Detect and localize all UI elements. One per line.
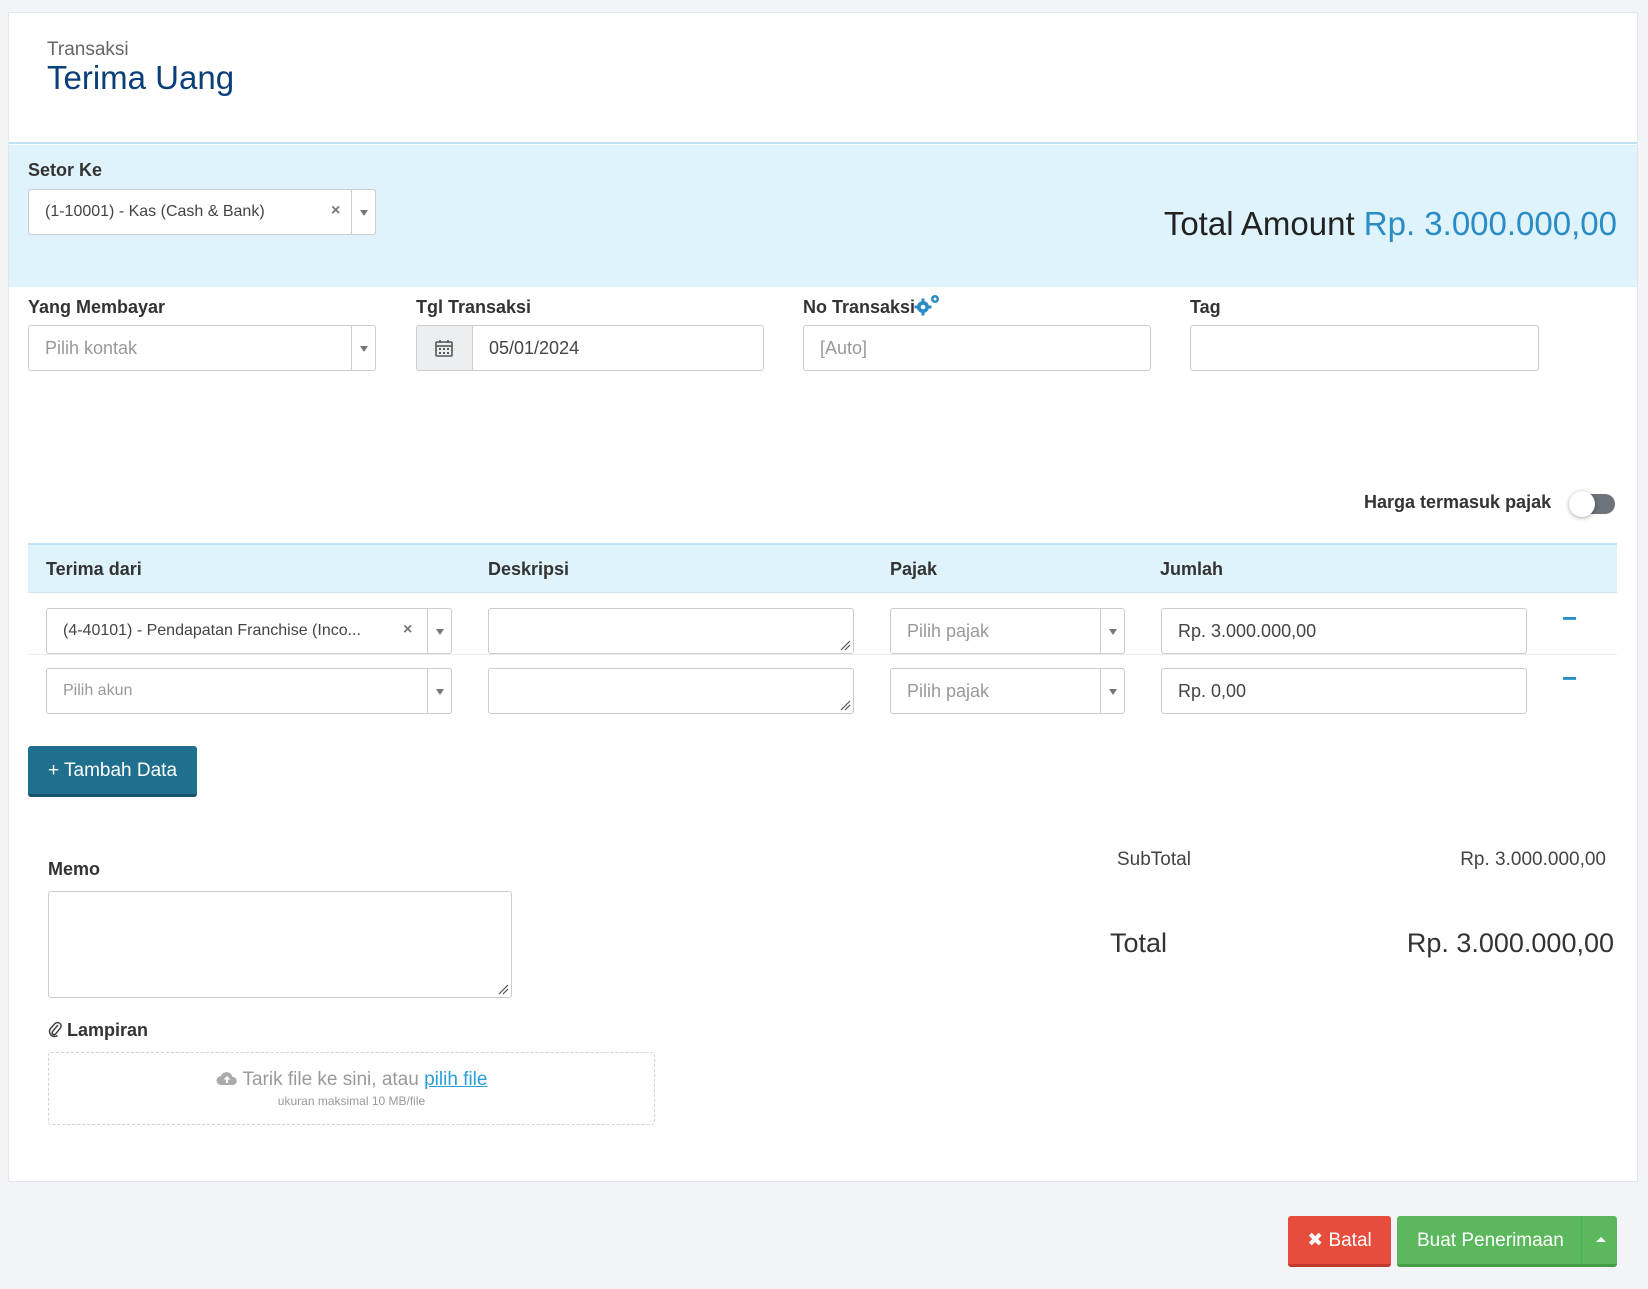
payer-label: Yang Membayar [28,297,166,317]
row2-tax-placeholder: Pilih pajak [907,681,990,701]
grand-total-value: Rp. 3.000.000,00 [1406,928,1614,958]
add-row-button[interactable]: + Tambah Data [28,746,197,797]
file-dropzone[interactable]: Tarik file ke sini, atau pilih file ukur… [48,1052,655,1125]
table-header: Terima dari Deskripsi Pajak Jumlah [28,543,1617,593]
resize-grip-icon[interactable] [840,640,851,651]
cloud-upload-icon [216,1072,237,1085]
grand-total-label: Total [1110,928,1168,958]
total-amount-value: Rp. 3.000.000,00 [1363,205,1617,242]
row1-account-value: (4-40101) - Pendapatan Franchise (Inco..… [63,622,361,639]
col-amount: Jumlah [1160,559,1224,579]
tag-label: Tag [1190,297,1221,317]
cancel-label: Batal [1328,1230,1372,1251]
payer-select[interactable]: Pilih kontak [28,325,376,371]
chevron-down-icon[interactable] [427,669,451,713]
memo-label: Memo [48,859,101,879]
col-receive-from: Terima dari [46,559,142,579]
row1-account-select[interactable]: (4-40101) - Pendapatan Franchise (Inco..… [46,608,452,654]
date-label: Tgl Transaksi [416,297,532,317]
trx-no-label: No Transaksi [803,297,915,318]
tag-input[interactable] [1190,325,1539,371]
dropzone-instruction: Tarik file ke sini, atau [242,1069,419,1090]
breadcrumb: Transaksi [47,39,129,60]
trx-no-label-text: No Transaksi [803,297,916,317]
gears-icon[interactable] [913,293,943,317]
chevron-down-icon[interactable] [351,190,375,234]
deposit-account-select[interactable]: (1-10001) - Kas (Cash & Bank) × [28,189,376,235]
row1-description-input[interactable] [488,608,854,654]
clear-icon[interactable]: × [331,202,340,220]
row2-amount-input[interactable]: Rp. 0,00 [1161,668,1527,714]
paperclip-icon [48,1021,62,1038]
row1-tax-placeholder: Pilih pajak [907,621,990,641]
chevron-down-icon[interactable] [1100,609,1124,653]
chevron-down-icon[interactable] [351,326,375,370]
subtotal-label: SubTotal [1117,849,1191,870]
attachment-label-text: Lampiran [67,1020,149,1040]
row2-remove-button[interactable]: − [1562,665,1577,691]
row1-remove-button[interactable]: − [1562,605,1577,631]
col-description: Deskripsi [488,559,570,579]
deposit-account-value: (1-10001) - Kas (Cash & Bank) [45,203,265,220]
subtotal-value: Rp. 3.000.000,00 [1460,849,1606,870]
tax-inclusive-label: Harga termasuk pajak [1364,492,1552,512]
row2-description-input[interactable] [488,668,854,714]
page-header: Transaksi Terima Uang [9,13,1637,144]
col-tax: Pajak [890,559,938,579]
pick-file-link[interactable]: pilih file [424,1069,487,1090]
row1-amount-input[interactable]: Rp. 3.000.000,00 [1161,608,1527,654]
total-amount: Total Amount Rp. 3.000.000,00 [1164,205,1617,243]
resize-grip-icon[interactable] [840,700,851,711]
payer-placeholder: Pilih kontak [45,338,138,358]
page-title: Terima Uang [47,59,235,96]
row2-account-select[interactable]: Pilih akun [46,668,452,714]
attachment-label: Lampiran [48,1020,148,1041]
caret-up-icon[interactable] [1581,1216,1617,1264]
cancel-button[interactable]: ✖ Batal [1288,1216,1391,1267]
create-receipt-label: Buat Penerimaan [1417,1230,1564,1251]
minus-icon: − [1562,603,1578,633]
row2-account-placeholder: Pilih akun [63,682,133,699]
create-receipt-button[interactable]: Buat Penerimaan [1397,1216,1617,1267]
chevron-down-icon[interactable] [427,609,451,653]
total-amount-label: Total Amount [1163,205,1355,242]
clear-icon[interactable]: × [403,621,412,639]
max-size-note: ukuran maksimal 10 MB/file [277,1094,426,1108]
dropzone-text: Tarik file ke sini, atau pilih file [49,1069,654,1091]
memo-input[interactable] [48,891,512,998]
close-icon: ✖ [1307,1230,1324,1251]
date-input[interactable]: 05/01/2024 [472,325,764,371]
row2-tax-select[interactable]: Pilih pajak [890,668,1125,714]
row1-tax-select[interactable]: Pilih pajak [890,608,1125,654]
row-separator [28,654,1617,655]
deposit-label: Setor Ke [28,160,103,180]
calendar-icon[interactable] [416,325,472,371]
chevron-down-icon[interactable] [1100,669,1124,713]
form-card: Transaksi Terima Uang Setor Ke (1-10001)… [8,12,1638,1182]
toggle-knob [1569,491,1595,517]
trx-no-input[interactable]: [Auto] [803,325,1151,371]
tax-inclusive-toggle[interactable] [1569,491,1615,517]
minus-icon: − [1562,663,1578,693]
resize-grip-icon[interactable] [498,984,509,995]
